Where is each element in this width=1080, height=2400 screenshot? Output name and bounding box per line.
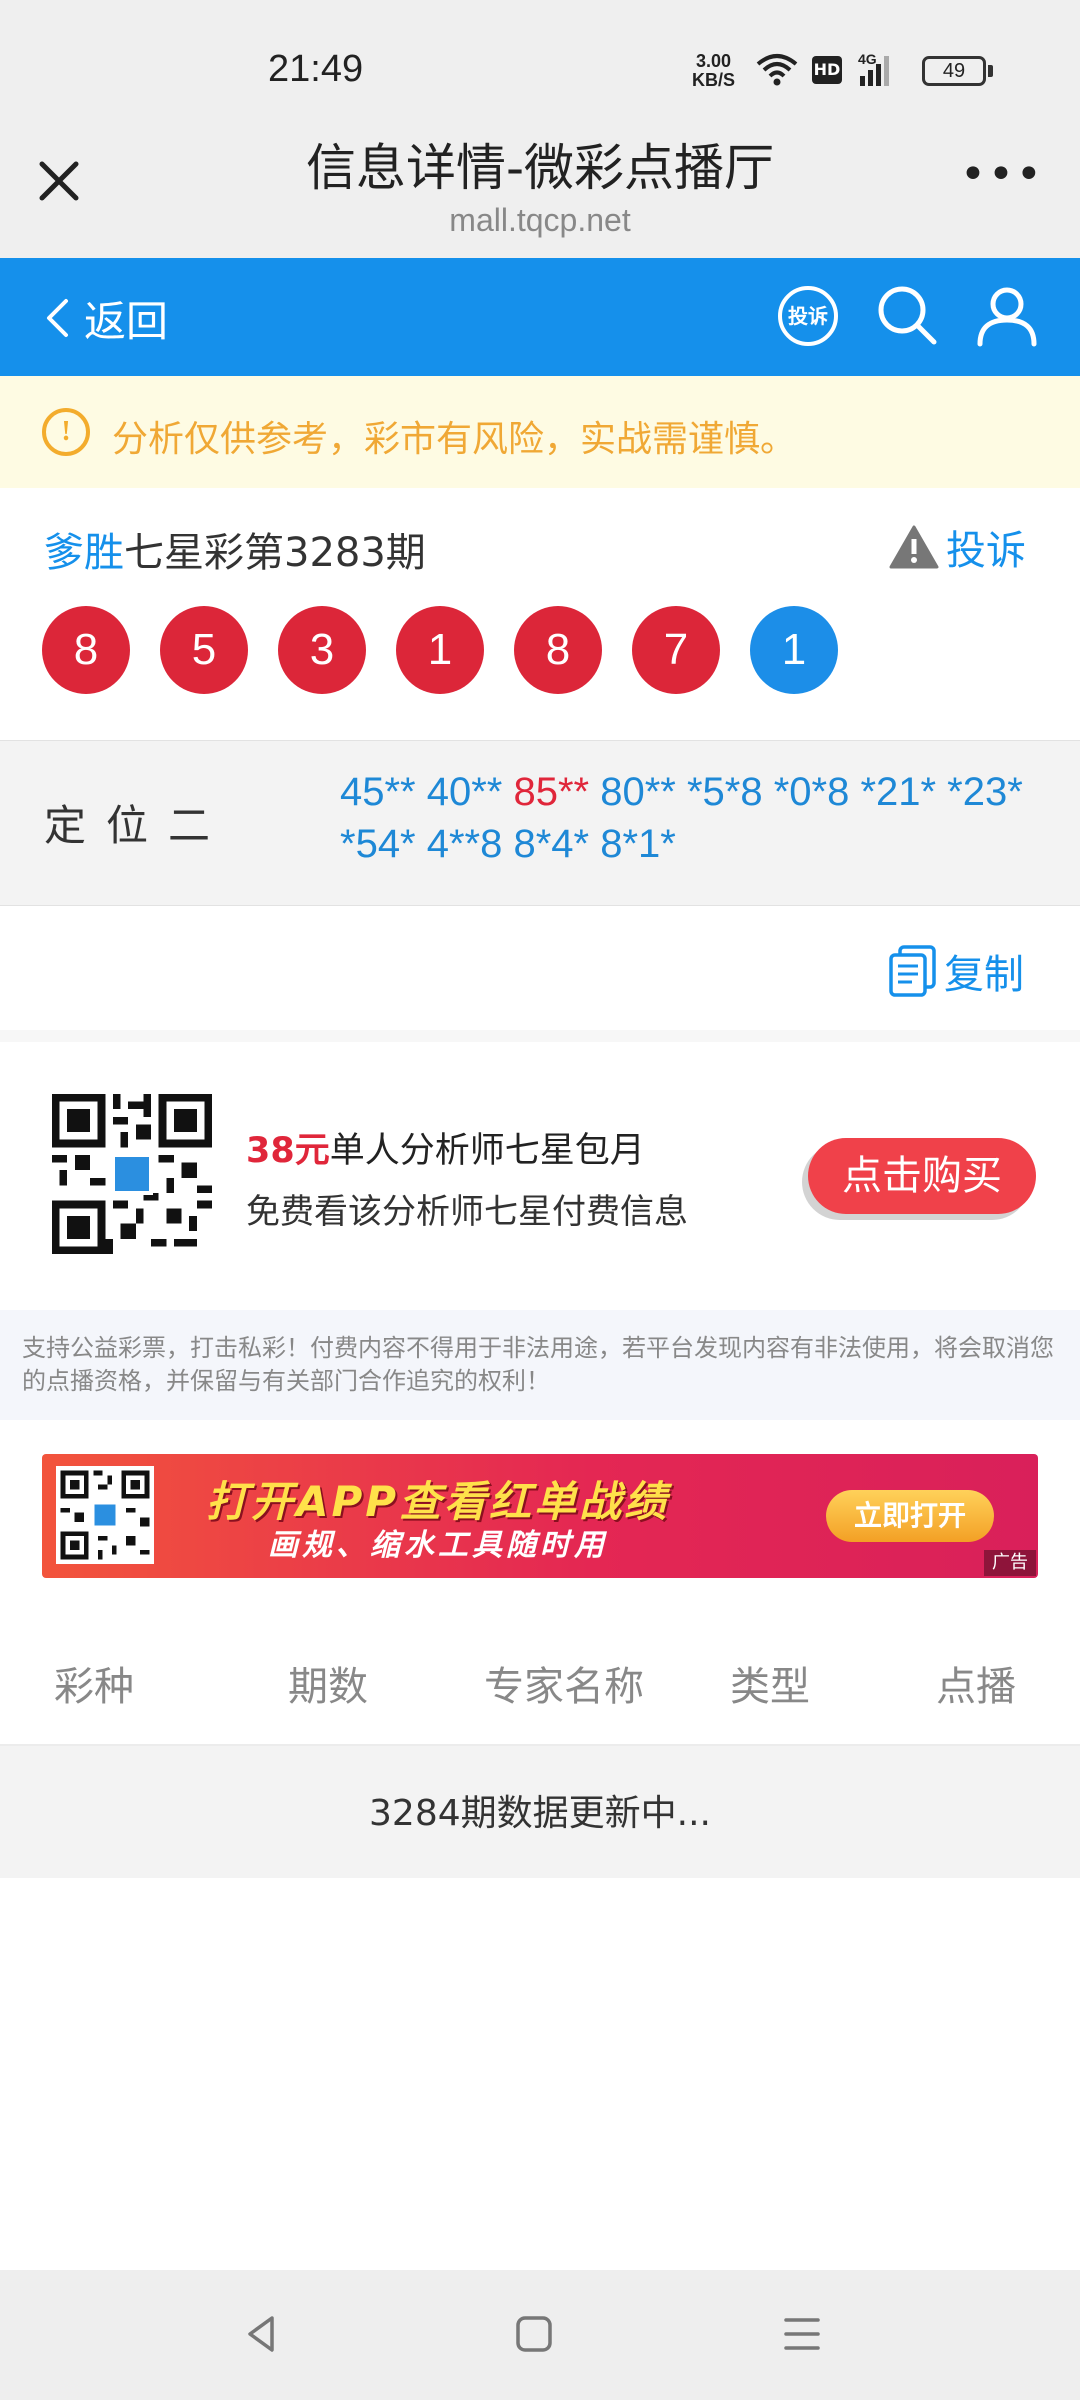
package-title: 38元单人分析师七星包月 — [246, 1122, 645, 1173]
disclaimer-text: 支持公益彩票，打击私彩！付费内容不得用于非法用途，若平台发现内容有非法使用，将会… — [22, 1334, 1054, 1395]
column-header-lottery: 彩种 — [54, 1664, 134, 1710]
red-ball: 8 — [514, 606, 602, 694]
back-label: 返回 — [84, 296, 169, 346]
battery-tip — [988, 65, 993, 77]
nav-back-icon[interactable] — [238, 2310, 286, 2358]
banner-qr-code — [56, 1466, 154, 1564]
network-type-label: 4G — [858, 51, 877, 67]
status-bar — [0, 0, 1080, 130]
package-subtitle: 免费看该分析师七星付费信息 — [246, 1192, 688, 1232]
net-speed-unit: KB/S — [692, 70, 736, 90]
back-button[interactable]: 返回 — [44, 284, 168, 352]
draw-title: 爹胜七星彩第3283期 — [44, 520, 426, 578]
prediction-numbers: 45** 40** 85** 80** *5*8 *0*8 *21* *23* … — [340, 766, 1040, 870]
nav-menu-icon[interactable] — [778, 2310, 826, 2358]
info-icon: ! — [42, 408, 90, 456]
hd-icon: HD — [812, 56, 842, 84]
signal-icon: 4G — [858, 51, 889, 86]
report-label: 投诉 — [946, 528, 1026, 574]
analyst-name[interactable]: 爹胜 — [44, 530, 124, 576]
prediction-hit-number: 85** — [513, 770, 590, 814]
column-header-period: 期数 — [288, 1664, 368, 1710]
complaint-icon-button[interactable]: 投诉 — [778, 286, 838, 346]
page-url: mall.tqcp.net — [449, 202, 631, 238]
report-button[interactable]: 投诉 — [888, 518, 1026, 576]
draw-balls: 8 5 3 1 8 7 1 — [42, 606, 868, 694]
search-icon[interactable] — [874, 282, 940, 348]
draw-period: 七星彩第3283期 — [124, 530, 426, 576]
page-title: 信息详情-微彩点播厅 — [305, 139, 775, 197]
column-header-type: 类型 — [730, 1664, 810, 1710]
buy-button[interactable]: 点击购买 — [808, 1138, 1036, 1214]
red-ball: 7 — [632, 606, 720, 694]
copy-label: 复制 — [944, 952, 1024, 998]
red-ball: 5 — [160, 606, 248, 694]
nav-home-icon[interactable] — [510, 2310, 558, 2358]
red-ball: 8 — [42, 606, 130, 694]
qr-code-image — [52, 1094, 212, 1254]
prediction-label: 定位二 — [44, 801, 231, 850]
copy-button[interactable]: 复制 — [888, 942, 1024, 1000]
red-ball: 3 — [278, 606, 366, 694]
warning-icon — [889, 525, 939, 569]
battery-indicator: 49 — [922, 56, 986, 86]
wifi-icon — [756, 54, 798, 86]
column-header-expert: 专家名称 — [484, 1664, 644, 1710]
chevron-left-icon — [47, 299, 68, 337]
more-options-button[interactable]: ••• — [960, 153, 1042, 210]
prediction-numbers-part: 45** 40** — [340, 770, 514, 814]
open-app-button[interactable]: 立即打开 — [826, 1490, 994, 1542]
status-time: 21:49 — [268, 48, 364, 90]
package-price: 38元 — [246, 1131, 330, 1171]
user-icon[interactable] — [974, 282, 1040, 348]
section-divider — [0, 1030, 1080, 1042]
net-speed-value: 3.00 — [695, 51, 732, 71]
copy-icon — [889, 945, 936, 997]
package-name: 单人分析师七星包月 — [329, 1131, 645, 1171]
blue-ball: 1 — [750, 606, 838, 694]
data-updating-text: 3284期数据更新中... — [369, 1793, 711, 1834]
banner-subtitle: 画规、缩水工具随时用 — [268, 1528, 608, 1563]
notice-text: 分析仅供参考，彩市有风险，实战需谨慎。 — [112, 419, 797, 460]
red-ball: 1 — [396, 606, 484, 694]
net-speed: 3.00 KB/S — [692, 52, 735, 90]
column-header-play: 点播 — [936, 1664, 1016, 1710]
ad-badge: 广告 — [984, 1550, 1036, 1576]
